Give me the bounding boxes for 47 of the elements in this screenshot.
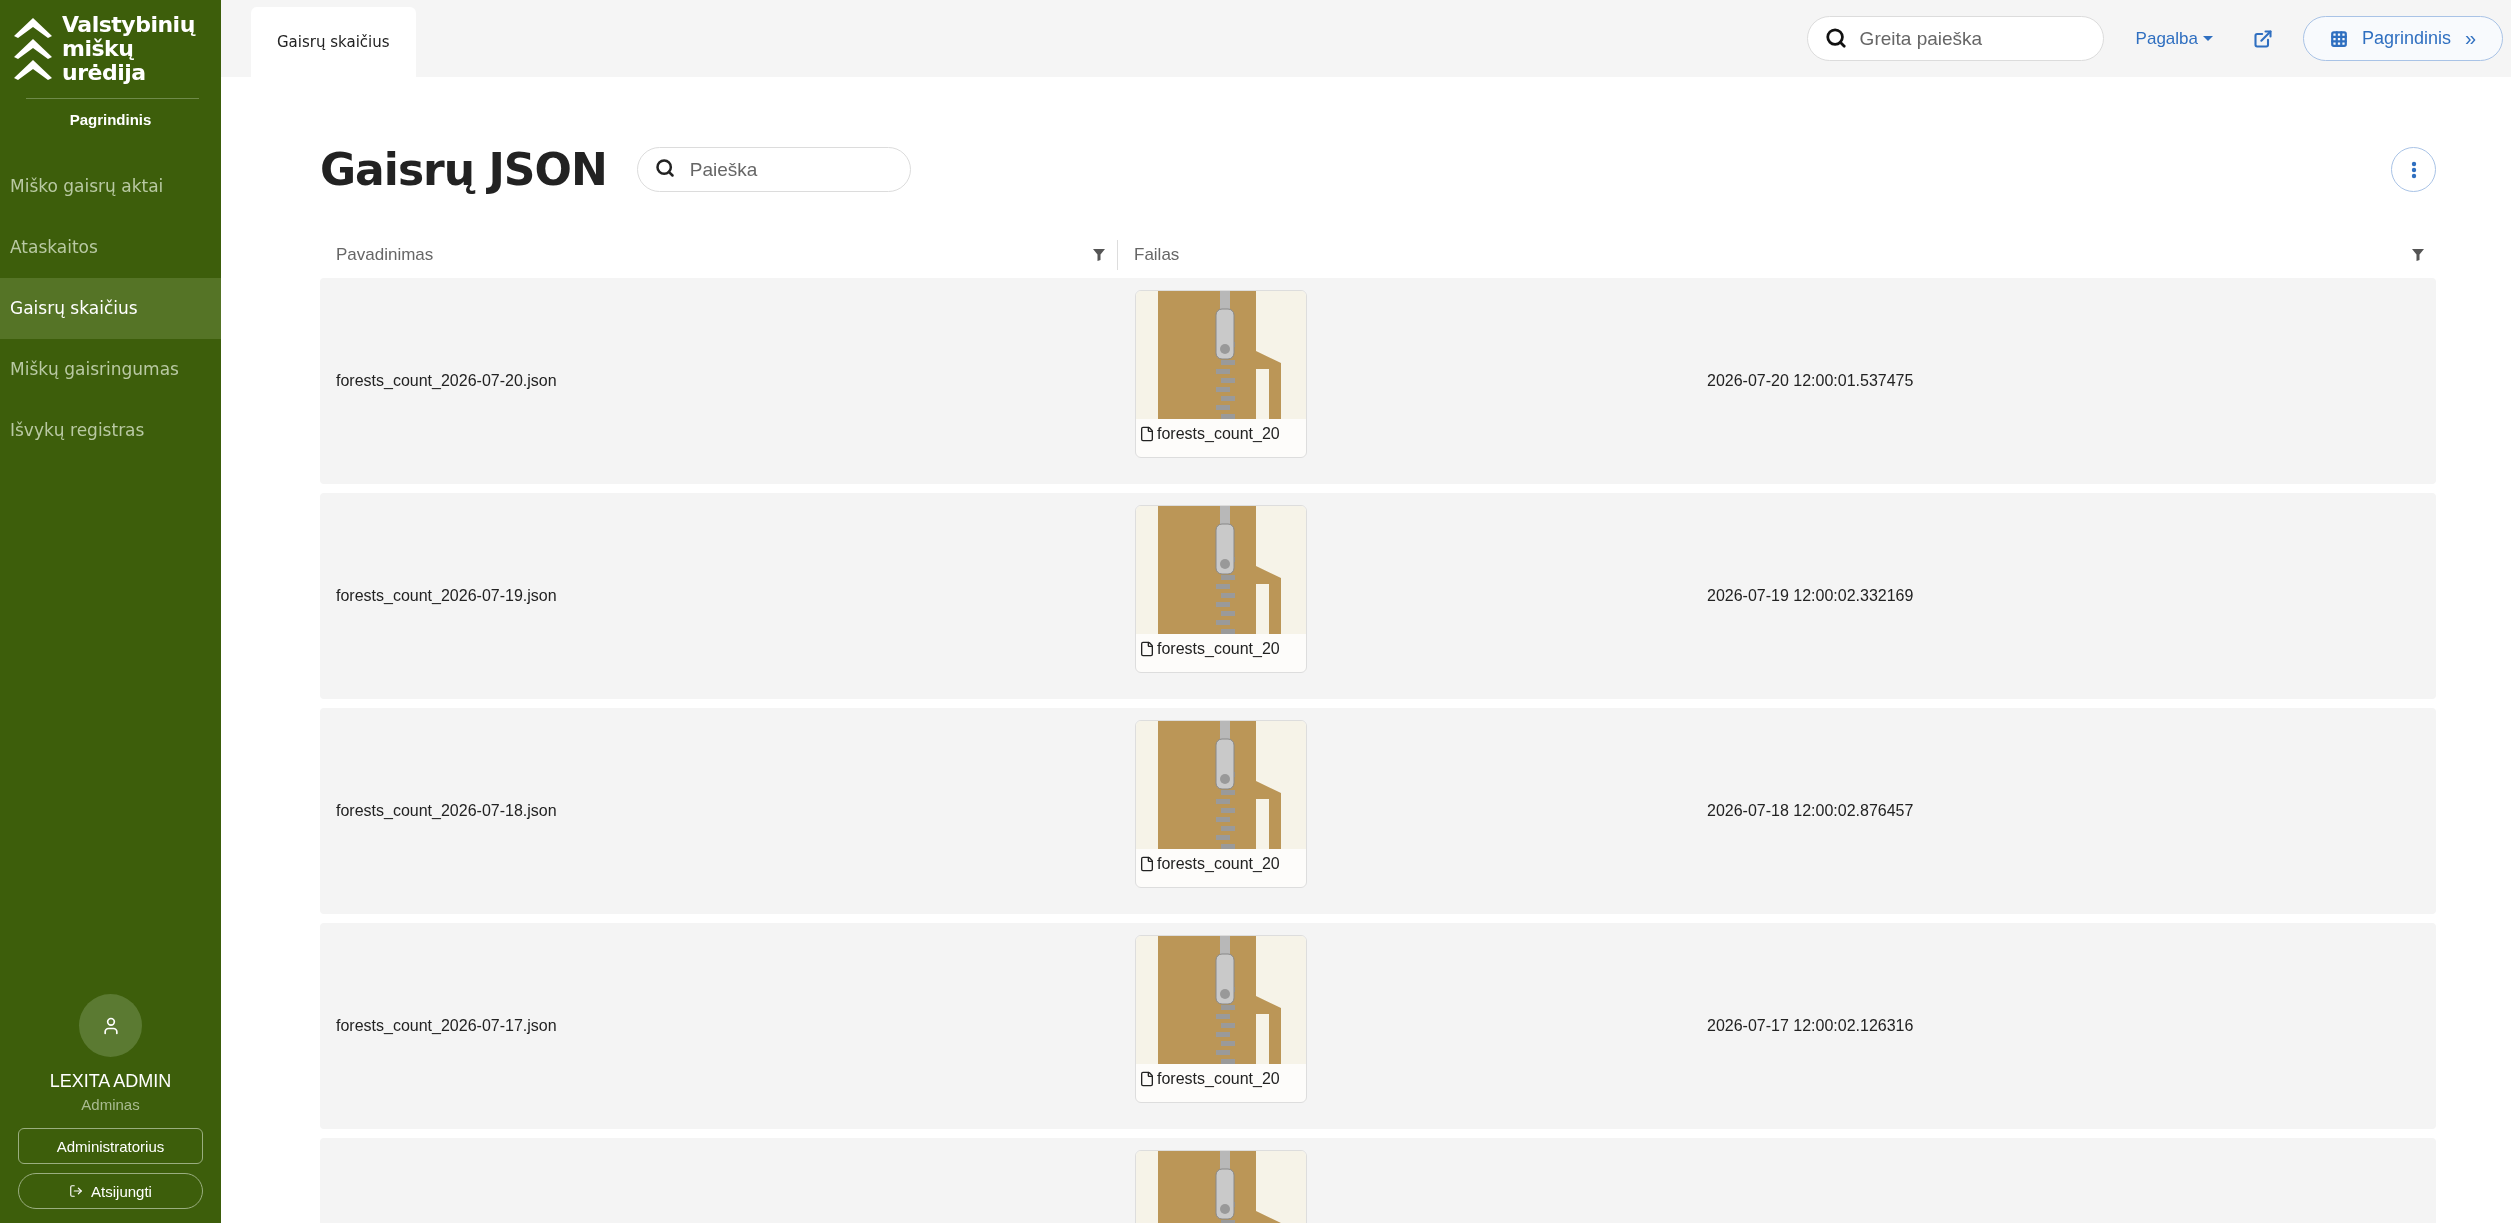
logo-text: Valstybinių miškų urėdija bbox=[62, 13, 195, 85]
file-icon bbox=[1139, 641, 1155, 657]
file-caption: forests_count_20 bbox=[1157, 1070, 1280, 1088]
date-cell-text: 2026-07-19 12:00:02.332169 bbox=[1707, 587, 1915, 605]
file-caption: forests_count_20 bbox=[1157, 425, 1280, 443]
tab[interactable]: Gaisrų skaičius bbox=[251, 7, 416, 77]
column-header: Pavadinimas bbox=[336, 245, 434, 265]
share-icon[interactable] bbox=[2253, 28, 2273, 49]
file-name: forests_count_2026-07-20.json bbox=[335, 372, 558, 390]
column-header: Failas bbox=[1134, 245, 1180, 265]
file-name: forests_count_2026-07-18.json bbox=[335, 802, 558, 820]
filter-icon[interactable] bbox=[2412, 249, 2424, 261]
date-cell-text: 2026-07-17 12:00:02.126316 bbox=[1707, 1017, 1915, 1035]
home-button[interactable]: Pagrindinis » bbox=[2303, 16, 2503, 61]
file-thumbnail[interactable]: forests_count_20 bbox=[1135, 720, 1307, 888]
user-name: LEXITA ADMIN bbox=[49, 1071, 172, 1092]
nav-item[interactable]: Miško gaisrų aktai bbox=[0, 156, 221, 217]
grid-icon bbox=[2329, 29, 2348, 48]
file-name: forests_count_2026-07-17.json bbox=[335, 1017, 558, 1035]
file-icon bbox=[1139, 426, 1155, 442]
nav-item[interactable]: Miškų gaisringumas bbox=[0, 339, 221, 400]
page-title: Gaisrų JSON bbox=[320, 144, 607, 195]
search-icon bbox=[654, 158, 675, 178]
nav-item[interactable]: Gaisrų skaičius bbox=[0, 278, 221, 339]
date-cell-text: 2026-07-18 12:00:02.876457 bbox=[1707, 802, 1915, 820]
section-label: Pagrindinis bbox=[68, 110, 153, 130]
tree-logo-icon bbox=[14, 18, 52, 80]
filter-icon[interactable] bbox=[1093, 249, 1105, 261]
file-thumbnail[interactable]: forests_count_20 bbox=[1135, 290, 1307, 458]
date-cell-text: 2026-07-20 12:00:01.537475 bbox=[1707, 372, 1915, 390]
file-icon bbox=[1139, 856, 1155, 872]
more-vertical-icon bbox=[2410, 160, 2417, 179]
file-name: forests_count_2026-07-19.json bbox=[335, 587, 558, 605]
nav-item[interactable]: Ataskaitos bbox=[0, 217, 221, 278]
search-field[interactable]: Paieška bbox=[636, 147, 911, 192]
quick-search-field[interactable]: Greita paieška bbox=[1806, 16, 2104, 61]
logout-icon bbox=[69, 1184, 84, 1198]
help-dropdown[interactable]: Pagalba bbox=[2135, 28, 2213, 49]
file-icon bbox=[1139, 1071, 1155, 1087]
file-caption: forests_count_20 bbox=[1157, 640, 1280, 658]
file-caption: forests_count_20 bbox=[1157, 855, 1280, 873]
file-thumbnail[interactable]: forests_count_20 bbox=[1135, 935, 1307, 1103]
search-icon bbox=[1824, 27, 1847, 49]
admin-button[interactable]: Administratorius bbox=[18, 1128, 203, 1164]
file-thumbnail[interactable]: forests_count_20 bbox=[1135, 505, 1307, 673]
nav-item[interactable]: Išvykų registras bbox=[0, 400, 221, 461]
user-role: Adminas bbox=[81, 1096, 140, 1113]
